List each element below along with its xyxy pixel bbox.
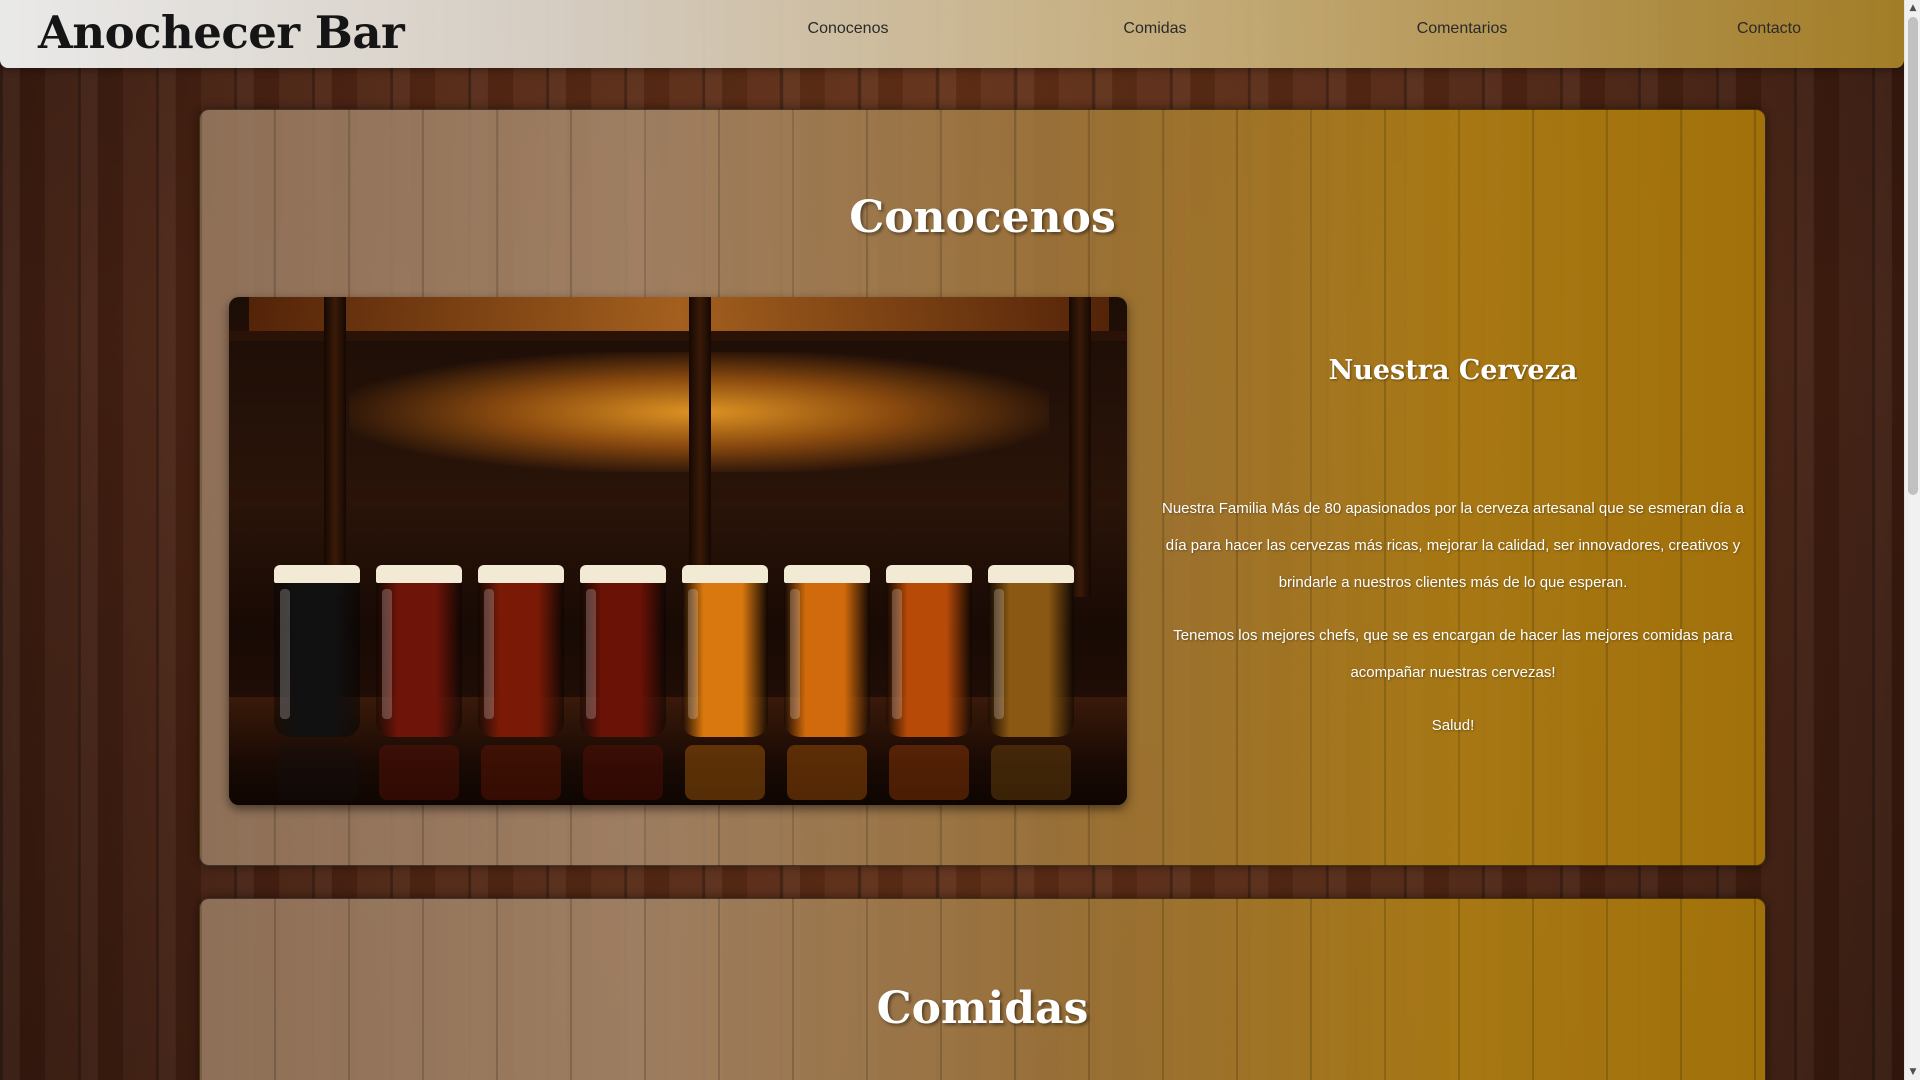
beer-glass (682, 565, 768, 737)
food-section: Comidas (199, 898, 1766, 1080)
beer-glass-reflection (991, 745, 1071, 800)
photo-post (689, 297, 711, 597)
scroll-down-arrow-icon[interactable]: ▼ (1905, 1064, 1920, 1080)
beer-glass-reflection (583, 745, 663, 800)
beer-glass-reflection (889, 745, 969, 800)
section-title-comidas: Comidas (876, 983, 1089, 1034)
about-paragraph-1: Nuestra Familia Más de 80 apasionados po… (1162, 500, 1744, 591)
beer-glass (478, 565, 564, 737)
beer-glass-reflection (379, 745, 459, 800)
section-title-conocenos: Conocenos (849, 192, 1116, 243)
photo-shelf (229, 489, 1127, 499)
about-text: Nuestra Cerveza Nuestra Familia Más de 8… (1158, 297, 1748, 744)
bar-photo (229, 297, 1127, 805)
beer-glass-reflection (481, 745, 561, 800)
beer-glass (274, 565, 360, 737)
beer-glass-reflection (787, 745, 867, 800)
photo-shelf (229, 331, 1127, 341)
beer-glass (886, 565, 972, 737)
navbar: Anochecer Bar Conocenos Comidas Comentar… (0, 0, 1904, 68)
photo-post (1069, 297, 1091, 597)
beer-glass (376, 565, 462, 737)
beer-glass-reflection (277, 745, 357, 800)
beer-glass (988, 565, 1074, 737)
beer-glass-reflection (685, 745, 765, 800)
photo-post (324, 297, 346, 597)
beer-glass (784, 565, 870, 737)
page-scrollbar[interactable]: ▲ ▼ (1904, 0, 1920, 1080)
about-paragraph-2: Tenemos los mejores chefs, que se es enc… (1173, 627, 1733, 681)
about-paragraph-3: Salud! (1431, 717, 1475, 734)
nav-link-conocenos[interactable]: Conocenos (768, 20, 928, 38)
beer-glass (580, 565, 666, 737)
scroll-thumb[interactable] (1908, 17, 1918, 495)
brand-logo[interactable]: Anochecer Bar (38, 6, 405, 59)
scroll-up-arrow-icon[interactable]: ▲ (1905, 0, 1920, 16)
nav-link-contacto[interactable]: Contacto (1689, 20, 1849, 38)
about-section: Conocenos Nuestra Cerveza Nuestra Famili… (199, 109, 1766, 866)
nav-link-comentarios[interactable]: Comentarios (1382, 20, 1542, 38)
about-heading: Nuestra Cerveza (1328, 355, 1578, 386)
nav-link-comidas[interactable]: Comidas (1075, 20, 1235, 38)
